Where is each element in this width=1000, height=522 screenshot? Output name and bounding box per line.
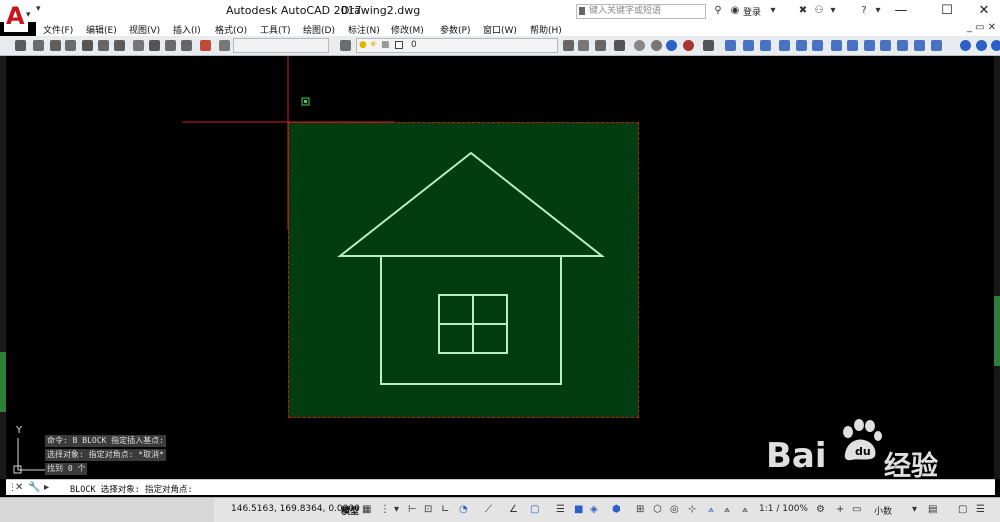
svg-text:du: du (855, 445, 871, 458)
plus-icon[interactable]: + (836, 504, 844, 515)
baidu-brand: Bai (766, 436, 827, 476)
dynamic-input-icon[interactable]: ⊡ (424, 504, 432, 515)
ucs-icon (13, 438, 48, 474)
command-history-line-1: 命令: B BLOCK 指定插入基点: (45, 435, 166, 447)
command-input[interactable]: BLOCK 选择对象: 指定对角点: (70, 483, 193, 495)
autocad-window: A ▾ ▾ Autodesk AutoCAD 2017 Drawing2.dwg… (0, 0, 1000, 522)
snap-icon[interactable]: ⋮ (380, 504, 390, 515)
selection-cycling-icon[interactable]: ◈ (590, 504, 598, 515)
baidu-watermark: Bai du 经验 jingyan.baidu.com (766, 414, 966, 504)
polar-tracking-icon[interactable]: ◔ (459, 504, 468, 515)
grid-icon[interactable]: ▦ (362, 504, 371, 515)
customization-menu-icon[interactable]: ☰ (976, 504, 985, 515)
ucs-y-label: Y (16, 425, 23, 436)
hardware-acceleration-icon[interactable]: ▭ (852, 504, 861, 515)
selection-filter-icon[interactable]: ⬡ (653, 504, 662, 515)
annotation-visibility-icon[interactable]: ⊹ (688, 504, 696, 515)
transparency-icon[interactable]: ■ (574, 504, 583, 515)
infer-constraints-icon[interactable]: ⊢ (408, 504, 417, 515)
isolate-objects-icon[interactable]: ▢ (958, 504, 967, 515)
roof (337, 151, 605, 257)
annotation-scale-icon[interactable]: ⟑ (708, 504, 714, 515)
recent-commands-icon[interactable]: ▸ (44, 482, 49, 493)
pickbox-center (304, 100, 307, 103)
model-space-button[interactable]: 模型 (341, 504, 359, 517)
units-selector[interactable]: 小数 (874, 504, 892, 517)
gizmo-icon[interactable]: ◎ (670, 504, 679, 515)
command-history-line-3: 找到 0 个 (45, 463, 88, 475)
lineweight-icon[interactable]: ☰ (556, 504, 565, 515)
units-dropdown-icon[interactable]: ▾ (912, 504, 917, 515)
3d-object-snap-icon[interactable]: ⬢ (612, 504, 621, 515)
settings-gear-icon[interactable]: ⚙ (816, 504, 825, 515)
dynamic-ucs-icon[interactable]: ⊞ (636, 504, 644, 515)
command-history-line-2: 选择对象: 指定对角点: *取消* (45, 449, 166, 461)
ortho-icon[interactable]: ∟ (441, 504, 449, 515)
baidu-url: jingyan.baidu.com (772, 480, 909, 495)
workspace-switch-icon[interactable]: ⟑ (742, 504, 748, 515)
baidu-brand-cn: 经验 (884, 451, 938, 482)
house-body (380, 255, 562, 385)
quick-properties-icon[interactable]: ▤ (928, 504, 937, 515)
snap-dropdown-icon[interactable]: ▾ (394, 504, 399, 515)
close-command-line-icon[interactable]: ✕ (15, 482, 23, 493)
isodraft-icon[interactable]: ⟋ (485, 504, 492, 515)
annotation-scale[interactable]: 1:1 / 100% (759, 504, 808, 514)
object-snap-icon[interactable]: ▢ (530, 504, 539, 515)
status-bar-left-panel (0, 498, 214, 522)
customize-icon[interactable]: 🔧 (28, 482, 40, 493)
baidu-paw-icon: du (843, 419, 882, 461)
object-snap-tracking-icon[interactable]: ∠ (509, 504, 518, 515)
auto-scale-icon[interactable]: ⟑ (724, 504, 730, 515)
